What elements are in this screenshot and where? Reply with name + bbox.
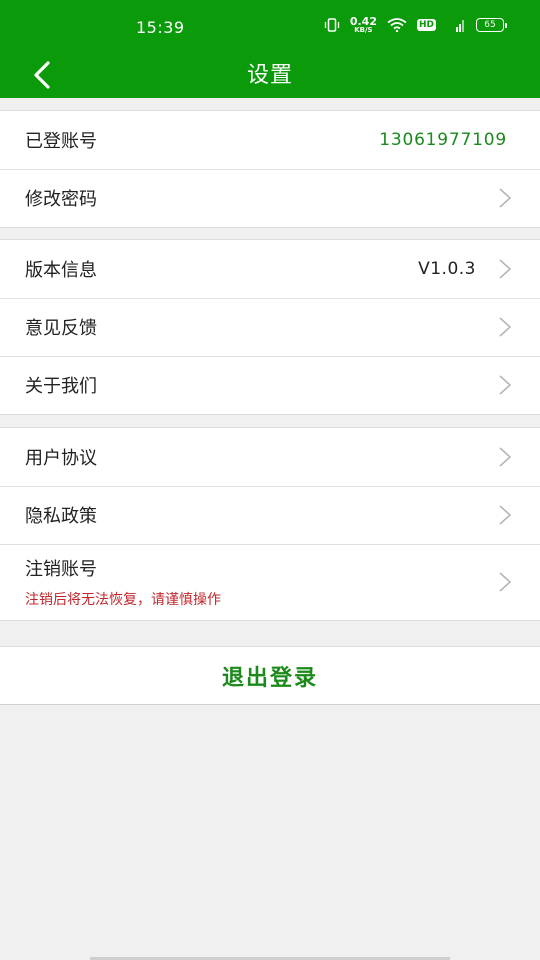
info-group: 版本信息 V1.0.3 意见反馈 关于我们: [0, 239, 540, 415]
version-label: 版本信息: [25, 260, 97, 281]
change-password-label: 修改密码: [25, 189, 97, 210]
user-agreement-row[interactable]: 用户协议: [0, 428, 540, 486]
chevron-right-icon: [498, 571, 512, 593]
page-title: 设置: [246, 63, 293, 88]
user-agreement-label: 用户协议: [25, 448, 97, 469]
status-time: 15:39: [136, 18, 185, 37]
delete-account-warning: 注销后将无法恢复，请谨慎操作: [25, 592, 221, 608]
battery-icon: 65: [476, 18, 507, 32]
change-password-row[interactable]: 修改密码: [0, 169, 540, 227]
version-value: V1.0.3: [418, 259, 476, 279]
feedback-label: 意见反馈: [25, 318, 97, 339]
privacy-policy-row[interactable]: 隐私政策: [0, 486, 540, 544]
hd-badge: HD: [416, 19, 436, 31]
logout-button[interactable]: 退出登录: [0, 646, 540, 705]
app-header: 15:39 0.42 KB/S HD 65 设置: [0, 0, 540, 98]
account-row: 已登账号 13061977109: [0, 111, 540, 169]
delete-account-labels: 注销账号 注销后将无法恢复，请谨慎操作: [25, 555, 498, 609]
cellular-signal-icon: [446, 18, 466, 32]
version-row[interactable]: 版本信息 V1.0.3: [0, 240, 540, 298]
chevron-right-icon: [498, 187, 512, 209]
chevron-right-icon: [498, 258, 512, 280]
chevron-right-icon: [498, 446, 512, 468]
wifi-icon: [387, 18, 407, 32]
speed-unit: KB/S: [354, 26, 373, 34]
account-value: 13061977109: [379, 130, 507, 150]
policy-group: 用户协议 隐私政策 注销账号 注销后将无法恢复，请谨慎操作: [0, 427, 540, 621]
status-bar: 15:39 0.42 KB/S HD 65: [0, 0, 540, 55]
chevron-right-icon: [498, 374, 512, 396]
chevron-right-icon: [498, 504, 512, 526]
chevron-right-icon: [498, 316, 512, 338]
delete-account-row[interactable]: 注销账号 注销后将无法恢复，请谨慎操作: [0, 544, 540, 620]
about-label: 关于我们: [25, 376, 97, 397]
account-label: 已登账号: [25, 131, 97, 152]
vibrate-icon: [324, 18, 340, 32]
account-group: 已登账号 13061977109 修改密码: [0, 110, 540, 228]
delete-account-label: 注销账号: [25, 559, 97, 580]
privacy-policy-label: 隐私政策: [25, 506, 97, 527]
network-speed: 0.42 KB/S: [350, 16, 377, 34]
feedback-row[interactable]: 意见反馈: [0, 298, 540, 356]
status-icons: 0.42 KB/S HD 65: [324, 16, 507, 34]
about-row[interactable]: 关于我们: [0, 356, 540, 414]
nav-bar: 设置: [0, 55, 540, 98]
